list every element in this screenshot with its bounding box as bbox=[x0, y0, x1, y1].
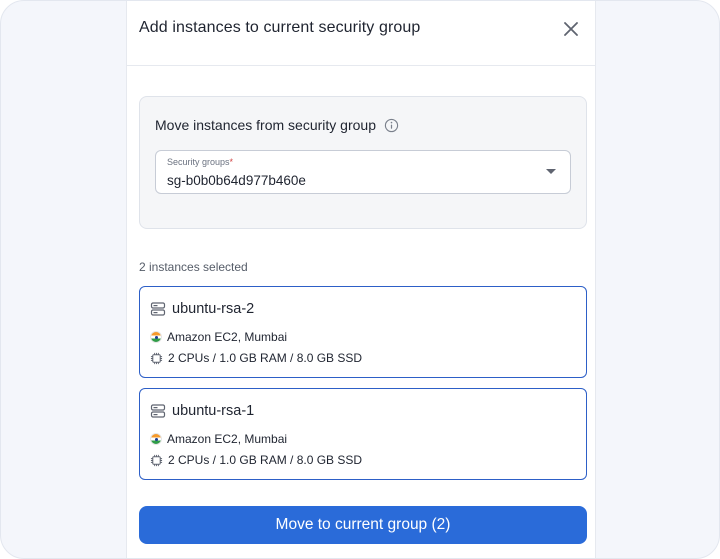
info-icon[interactable] bbox=[384, 118, 399, 133]
instance-header: ubuntu-rsa-2 bbox=[150, 301, 254, 317]
instance-specs: 2 CPUs / 1.0 GB RAM / 8.0 GB SSD bbox=[150, 453, 362, 467]
required-mark: * bbox=[229, 157, 234, 167]
cpu-icon bbox=[150, 454, 163, 466]
instance-specs: 2 CPUs / 1.0 GB RAM / 8.0 GB SSD bbox=[150, 351, 362, 365]
close-button[interactable] bbox=[561, 19, 581, 39]
backdrop: Add instances to current security group … bbox=[0, 0, 720, 559]
instance-location: Amazon EC2, Mumbai bbox=[150, 330, 287, 344]
selected-count: 2 instances selected bbox=[139, 260, 248, 274]
security-groups-label: Security groups* bbox=[167, 157, 234, 167]
chevron-down-icon bbox=[546, 169, 556, 174]
instance-card[interactable]: ubuntu-rsa-1 Amazon EC2, Mumbai 2 CPUs /… bbox=[139, 388, 587, 480]
server-icon bbox=[150, 404, 166, 418]
instance-header: ubuntu-rsa-1 bbox=[150, 403, 254, 419]
cpu-icon bbox=[150, 352, 163, 364]
security-groups-value: sg-b0b0b64d977b460e bbox=[167, 173, 306, 188]
close-icon bbox=[564, 22, 578, 36]
move-instances-panel: Move instances from security group Secur… bbox=[139, 96, 587, 229]
instance-location-text: Amazon EC2, Mumbai bbox=[167, 432, 288, 446]
security-groups-select[interactable]: Security groups* sg-b0b0b64d977b460e bbox=[155, 150, 571, 194]
dialog-header: Add instances to current security group bbox=[127, 1, 595, 66]
server-icon bbox=[150, 302, 166, 316]
instance-name: ubuntu-rsa-1 bbox=[172, 403, 255, 419]
instance-location-text: Amazon EC2, Mumbai bbox=[167, 330, 288, 344]
instance-card[interactable]: ubuntu-rsa-2 Amazon EC2, Mumbai 2 CPUs /… bbox=[139, 286, 587, 378]
instance-location: Amazon EC2, Mumbai bbox=[150, 432, 287, 446]
dialog-title: Add instances to current security group bbox=[139, 19, 421, 36]
india-flag-icon bbox=[150, 433, 162, 445]
panel-title-text: Move instances from security group bbox=[155, 117, 376, 133]
instance-specs-text: 2 CPUs / 1.0 GB RAM / 8.0 GB SSD bbox=[168, 453, 363, 467]
move-to-current-group-button[interactable]: Move to current group (2) bbox=[139, 506, 587, 544]
instance-name: ubuntu-rsa-2 bbox=[172, 301, 255, 317]
instance-specs-text: 2 CPUs / 1.0 GB RAM / 8.0 GB SSD bbox=[168, 351, 363, 365]
add-instances-dialog: Add instances to current security group … bbox=[126, 1, 596, 558]
panel-title: Move instances from security group bbox=[155, 117, 399, 133]
india-flag-icon bbox=[150, 331, 162, 343]
